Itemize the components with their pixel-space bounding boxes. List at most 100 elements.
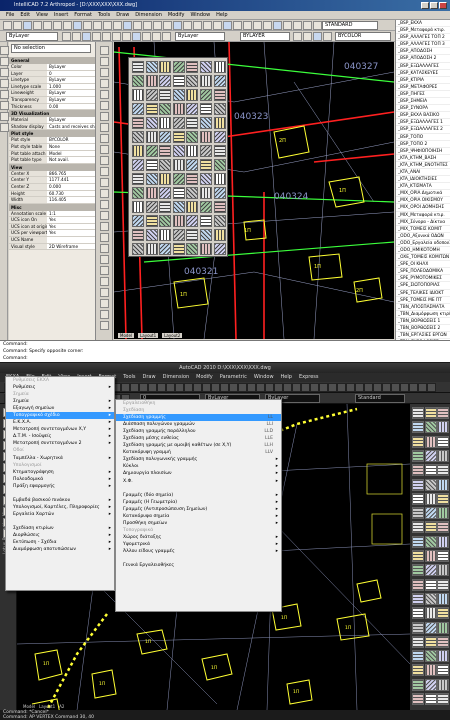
hatch-swatch[interactable] xyxy=(437,449,449,462)
hatch-swatch[interactable] xyxy=(424,507,437,520)
toolbar-button[interactable] xyxy=(253,21,262,30)
property-row[interactable]: Plot style BYCOLOR xyxy=(9,137,95,144)
menu-item[interactable]: Εμβαδά βασικού πινάκου ▸ xyxy=(6,497,114,504)
toolbar-button[interactable] xyxy=(229,383,238,392)
toolbar-button[interactable] xyxy=(273,21,282,30)
hatch-swatch[interactable] xyxy=(412,449,424,462)
layer-item[interactable]: _BSP_ΣΗΜΕΙΑ xyxy=(396,98,450,106)
layer-item[interactable]: _BSP_ΕΚΧΑ ΒΑΣΙΚΟ xyxy=(396,112,450,120)
toolbar-button[interactable] xyxy=(293,32,302,41)
layer-item[interactable]: _BSP_ΕΞΩΑΛΛΑΓΕΣ 1 xyxy=(396,119,450,127)
hatch-swatch[interactable] xyxy=(172,89,185,101)
hatch-swatch[interactable] xyxy=(200,117,212,129)
menu-item[interactable]: Tools xyxy=(123,373,135,382)
tool-button[interactable] xyxy=(100,123,109,132)
menu-item[interactable]: Άλλου είδους γραμμές ▸ xyxy=(116,548,281,555)
hatch-swatch[interactable] xyxy=(412,421,424,434)
property-value[interactable]: 866.765 xyxy=(47,170,95,177)
toolbar-button[interactable] xyxy=(92,32,101,41)
hatch-swatch[interactable] xyxy=(186,131,199,143)
command-line[interactable]: Command: Command: Specify opposite corner… xyxy=(0,340,450,362)
menu-item[interactable]: Σχεδίαση γραμμής με αμοιβή καθέτων (σε X… xyxy=(116,442,281,449)
hatch-swatch[interactable] xyxy=(186,215,199,227)
toolbar-button[interactable] xyxy=(263,21,272,30)
layer-item[interactable]: _BSP_ΑΠΟΔΟΣΗ xyxy=(396,48,450,56)
toolbar-button[interactable] xyxy=(148,383,157,392)
tool-button[interactable] xyxy=(100,277,109,286)
layer-item[interactable]: _TBN_ΕΡΓΑΣΙΕΣ ΕΡΓΩΝ xyxy=(396,332,450,340)
hatch-swatch[interactable] xyxy=(424,650,437,663)
hatch-swatch[interactable] xyxy=(437,635,449,648)
layer-item[interactable]: _MIX_ΟΡΟΙ ΔΟΜΗΣΗΣ xyxy=(396,204,450,212)
menu-item[interactable]: Πράξη εφαρμογής ▸ xyxy=(6,483,114,490)
hatch-swatch[interactable] xyxy=(132,89,144,101)
toolbar-button[interactable] xyxy=(301,383,310,392)
menu-item[interactable]: Σχεδίαση γραμμής LL xyxy=(116,414,281,422)
toolbar-button[interactable] xyxy=(310,383,319,392)
right-hatch-palette[interactable] xyxy=(410,404,450,710)
selection-combo[interactable]: No selection xyxy=(11,44,91,53)
layer-item[interactable]: _SPE_ΤΟΜΕΙΣ ΜΕ ΠΤ xyxy=(396,297,450,304)
menu-item[interactable]: Dimension xyxy=(163,373,190,382)
menu-item[interactable]: Edit xyxy=(20,11,30,19)
hatch-swatch[interactable] xyxy=(132,215,144,227)
property-value[interactable]: Model xyxy=(47,150,95,157)
hatch-swatch[interactable] xyxy=(437,550,449,562)
layer-item[interactable]: _KTA_ΑΝΑΙ xyxy=(396,169,450,177)
menu-item[interactable]: Μετατροπή συντεταγμένων 2 ▸ xyxy=(6,440,114,447)
toolbar-button[interactable] xyxy=(303,32,312,41)
menu-item[interactable]: Τοπογραφικό σχέδιο ▸ xyxy=(6,412,114,420)
menu-item[interactable]: Σχεδίαση μέσης ευθείας LLE xyxy=(116,435,281,442)
toolbar-button[interactable] xyxy=(23,21,32,30)
hatch-swatch[interactable] xyxy=(159,103,172,115)
property-row[interactable]: Color ByLayer xyxy=(9,64,95,71)
property-value[interactable]: Not avail. xyxy=(47,157,95,163)
toolbar-button[interactable] xyxy=(418,383,427,392)
hatch-swatch[interactable] xyxy=(200,187,212,199)
hatch-swatch[interactable] xyxy=(159,159,172,171)
toolbar-button[interactable] xyxy=(346,383,355,392)
toolbar-button[interactable] xyxy=(247,383,256,392)
layer-item[interactable]: _MIX_ΟΡΙΑ ΟΙΚΙΣΜΟΥ xyxy=(396,197,450,205)
hatch-swatch[interactable] xyxy=(200,131,212,143)
menu-item[interactable]: Κύκλοι ▸ xyxy=(116,463,281,470)
toolbar-button[interactable] xyxy=(303,21,312,30)
property-value[interactable]: Casts and receives shadows xyxy=(47,123,95,130)
hatch-swatch[interactable] xyxy=(437,521,449,534)
toolbar-button[interactable] xyxy=(202,383,211,392)
hatch-swatch[interactable] xyxy=(172,61,185,73)
hatch-swatch[interactable] xyxy=(145,159,158,171)
hatch-swatch[interactable] xyxy=(145,131,158,143)
hatch-swatch[interactable] xyxy=(437,578,449,591)
property-row[interactable]: Center Y 1177.441 xyxy=(9,177,95,184)
layer-item[interactable]: _KTA_ΚΤΗΜ_ΕΝΟΤΗΤΕΣ xyxy=(396,162,450,169)
toolbar-button[interactable] xyxy=(43,21,52,30)
tool-button[interactable] xyxy=(100,189,109,198)
menu-item[interactable]: Υψομετρικά ▸ xyxy=(116,541,281,548)
tool-button[interactable] xyxy=(100,222,109,231)
hatch-swatch[interactable] xyxy=(437,693,449,705)
hatch-swatch[interactable] xyxy=(159,75,172,87)
hatch-swatch[interactable] xyxy=(424,449,437,462)
hatch-swatch[interactable] xyxy=(412,578,424,591)
layer-item[interactable]: _OXE_ΤΟΜΕΙΣ ΚΟΜΙΤΩΝ xyxy=(396,254,450,262)
toolbar-button[interactable] xyxy=(162,32,171,41)
menu-item[interactable]: Parametric xyxy=(220,373,247,382)
hatch-swatch[interactable] xyxy=(213,243,226,255)
toolbar-button[interactable] xyxy=(427,383,436,392)
hatch-swatch[interactable] xyxy=(437,421,449,434)
toolbar-button[interactable] xyxy=(142,32,151,41)
hatch-swatch[interactable] xyxy=(186,117,199,129)
toolbar-button[interactable] xyxy=(102,32,111,41)
menu-item[interactable]: Draw xyxy=(143,373,156,382)
menu-item[interactable]: Format xyxy=(74,11,92,19)
color-combo[interactable]: BYLAYER xyxy=(240,32,290,41)
property-section-header[interactable]: View xyxy=(9,163,95,171)
menu-item[interactable]: Δ.Τ.Μ. - Ισοϋψείς ▸ xyxy=(6,433,114,440)
property-row[interactable]: Linetype scale 1.000 xyxy=(9,83,95,91)
layout-tab[interactable]: Model xyxy=(118,333,135,338)
property-value[interactable]: 0.000 xyxy=(47,183,95,190)
hatch-swatch[interactable] xyxy=(412,435,424,448)
toolbar-button[interactable] xyxy=(213,21,222,30)
hatch-swatch[interactable] xyxy=(172,159,185,171)
